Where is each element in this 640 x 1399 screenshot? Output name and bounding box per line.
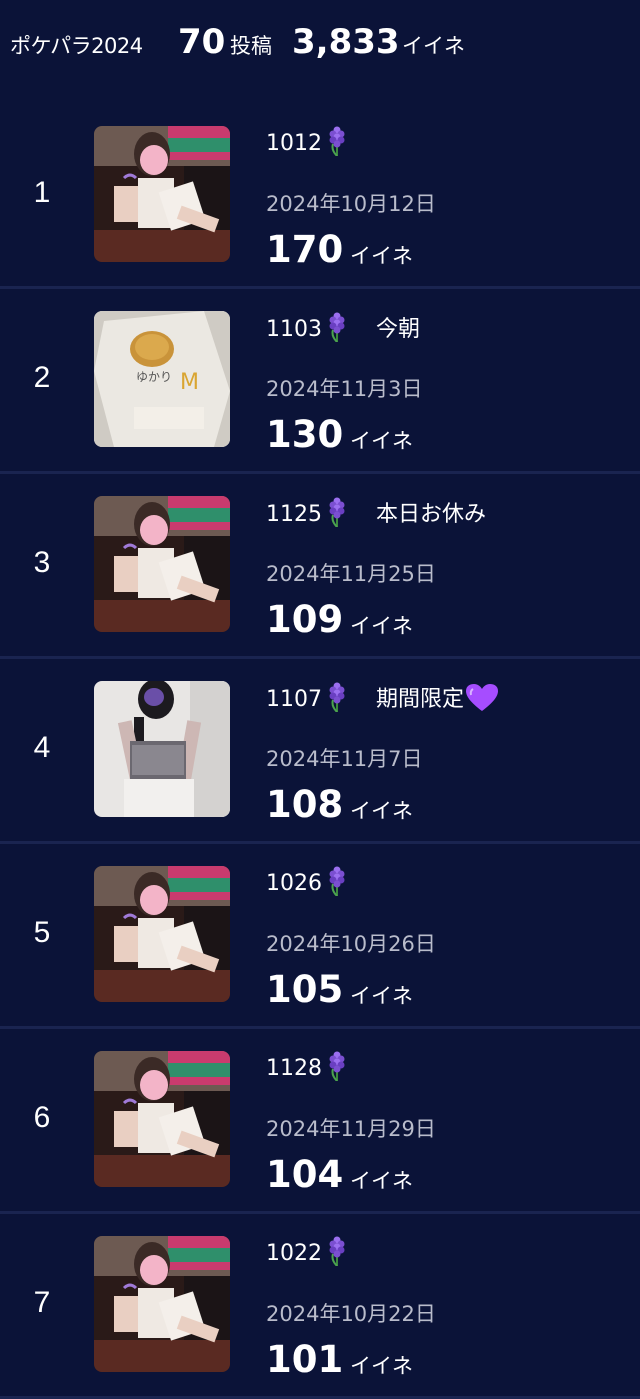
post-likes-unit: イイネ <box>350 1169 413 1193</box>
post-thumbnail[interactable]: ゆかり M <box>94 311 230 447</box>
post-title-number: 1125 <box>266 502 322 527</box>
post-date: 2024年11月3日 <box>266 377 423 401</box>
hyacinth-icon <box>326 1051 348 1087</box>
post-date: 2024年10月22日 <box>266 1302 436 1326</box>
post-likes-unit: イイネ <box>350 984 413 1008</box>
ranking-row[interactable]: 3 1125 本日お休み 2024年11月25日 109 イイネ <box>0 474 640 659</box>
hyacinth-icon <box>326 497 348 533</box>
post-title: 1022 <box>266 1236 376 1272</box>
post-title-number: 1107 <box>266 687 322 712</box>
post-likes-count: 170 <box>266 228 344 271</box>
post-date: 2024年11月29日 <box>266 1117 436 1141</box>
ranking-row[interactable]: 1 1012 2024年10月12日 170 イイネ <box>0 104 640 289</box>
post-title-number: 1026 <box>266 871 322 896</box>
ranking-row[interactable]: 5 1026 2024年10月26日 105 イイネ <box>0 844 640 1029</box>
rank-number: 7 <box>33 1286 51 1319</box>
post-thumbnail[interactable] <box>94 1051 230 1187</box>
ranking-row[interactable]: 7 1022 2024年10月22日 101 イイネ <box>0 1214 640 1399</box>
summary-header: ポケパラ2024 70 投稿 3,833 イイネ <box>0 0 640 92</box>
post-title-number: 1128 <box>266 1056 322 1081</box>
post-date: 2024年10月26日 <box>266 932 436 956</box>
posts-count: 70 <box>178 22 226 62</box>
post-date: 2024年11月7日 <box>266 747 423 771</box>
rank-number: 2 <box>33 361 51 394</box>
svg-text:M: M <box>180 370 199 395</box>
post-thumbnail[interactable] <box>94 126 230 262</box>
ranking-list: 1 1012 2024年10月12日 170 イイネ 2 ゆかり M 1103 今朝 2024年11… <box>0 104 640 1399</box>
post-date: 2024年11月25日 <box>266 562 436 586</box>
hyacinth-icon <box>326 682 348 718</box>
ranking-row[interactable]: 4 1107 期間限定 2024年11月7日 108 イイネ <box>0 659 640 844</box>
post-likes-unit: イイネ <box>350 429 413 453</box>
post-likes-unit: イイネ <box>350 244 413 268</box>
post-likes-count: 109 <box>266 598 344 641</box>
post-likes-count: 101 <box>266 1338 344 1381</box>
rank-number: 5 <box>33 916 51 949</box>
post-title-text: 期間限定 <box>376 687 465 712</box>
post-title: 1125 本日お休み <box>266 496 486 533</box>
post-title: 1107 期間限定 <box>266 681 499 718</box>
hyacinth-icon <box>326 1236 348 1272</box>
post-likes-count: 105 <box>266 968 344 1011</box>
post-likes-count: 104 <box>266 1153 344 1196</box>
post-thumbnail[interactable] <box>94 496 230 632</box>
post-thumbnail[interactable] <box>94 681 230 817</box>
hyacinth-icon <box>326 866 348 902</box>
post-title: 1026 <box>266 866 376 902</box>
post-title: 1128 <box>266 1051 376 1087</box>
event-label: ポケパラ2024 <box>10 34 143 58</box>
rank-number: 4 <box>33 731 51 764</box>
post-title-number: 1012 <box>266 131 322 156</box>
post-title-text: 本日お休み <box>376 502 487 527</box>
hyacinth-icon <box>326 312 348 348</box>
svg-text:ゆかり: ゆかり <box>136 370 172 384</box>
post-thumbnail[interactable] <box>94 866 230 1002</box>
post-likes-count: 108 <box>266 783 344 826</box>
rank-number: 3 <box>33 546 51 579</box>
rank-number: 6 <box>33 1101 51 1134</box>
post-title-text: 今朝 <box>376 317 421 342</box>
likes-total: 3,833 <box>292 22 400 62</box>
likes-total-unit: イイネ <box>402 34 465 58</box>
post-date: 2024年10月12日 <box>266 192 436 216</box>
post-likes-unit: イイネ <box>350 1354 413 1378</box>
post-likes-unit: イイネ <box>350 614 413 638</box>
purple-heart-icon <box>466 684 499 718</box>
post-thumbnail[interactable] <box>94 1236 230 1372</box>
post-title: 1012 <box>266 126 376 162</box>
posts-unit: 投稿 <box>230 34 272 58</box>
hyacinth-icon <box>326 126 348 162</box>
post-title-number: 1103 <box>266 317 322 342</box>
ranking-row[interactable]: 2 ゆかり M 1103 今朝 2024年11月3日 130 イイネ <box>0 289 640 474</box>
post-likes-count: 130 <box>266 413 344 456</box>
post-likes-unit: イイネ <box>350 799 413 823</box>
post-title-number: 1022 <box>266 1241 322 1266</box>
rank-number: 1 <box>33 176 51 209</box>
ranking-row[interactable]: 6 1128 2024年11月29日 104 イイネ <box>0 1029 640 1214</box>
post-title: 1103 今朝 <box>266 311 420 348</box>
